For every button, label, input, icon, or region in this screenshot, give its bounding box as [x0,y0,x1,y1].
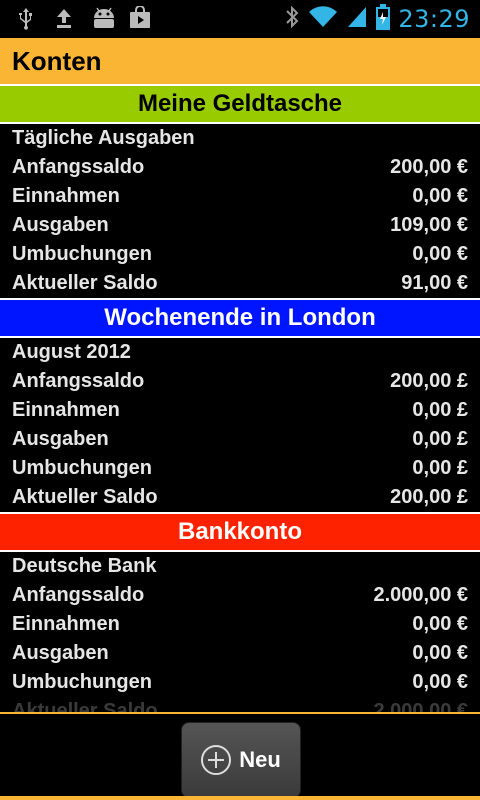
row-value: 109,00 € [390,214,468,236]
status-bar: 23:29 [0,0,480,38]
list-item: Einnahmen 0,00 £ [0,396,480,425]
account-subtitle: Tägliche Ausgaben [12,127,195,149]
row-value: 0,00 € [412,613,468,635]
list-item: Aktueller Saldo 91,00 € [0,269,480,298]
row-value: 2.000,00 € [373,584,468,606]
row-label: Ausgaben [12,428,109,450]
new-button[interactable]: Neu [181,722,301,798]
row-label: Einnahmen [12,185,120,207]
row-label: Ausgaben [12,214,109,236]
row-value: 0,00 £ [412,428,468,450]
add-circle-icon [201,745,232,775]
row-label: Umbuchungen [12,243,152,265]
row-label: Aktueller Saldo [12,486,158,508]
row-label: Anfangssaldo [12,370,145,392]
bottom-bar: Neu [0,712,480,800]
list-item: Einnahmen 0,00 € [0,610,480,639]
wifi-icon [308,5,338,33]
list-item: Anfangssaldo 200,00 € [0,153,480,182]
row-value: 200,00 £ [390,486,468,508]
account-header-meine-geldtasche[interactable]: Meine Geldtasche [0,84,480,124]
app-bar: Konten [0,38,480,84]
account-header-wochenende-in-london[interactable]: Wochenende in London [0,298,480,338]
row-label: Anfangssaldo [12,156,145,178]
row-value: 0,00 € [412,642,468,664]
account-list[interactable]: Meine Geldtasche Tägliche Ausgaben Anfan… [0,84,480,712]
row-label: Einnahmen [12,613,120,635]
row-value: 2.000,00 € [373,700,468,712]
row-label: Aktueller Saldo [12,272,158,294]
row-label: Umbuchungen [12,671,152,693]
usb-icon [14,6,38,30]
list-item: Umbuchungen 0,00 € [0,668,480,697]
list-item: Aktueller Saldo 2.000,00 € [0,697,480,712]
list-item: Umbuchungen 0,00 £ [0,454,480,483]
clock: 23:29 [398,5,470,33]
account-subtitle: Deutsche Bank [12,555,157,577]
row-label: Einnahmen [12,399,120,421]
row-value: 0,00 £ [412,399,468,421]
list-item: Ausgaben 109,00 € [0,211,480,240]
list-item: Einnahmen 0,00 € [0,182,480,211]
page-title: Konten [12,46,102,76]
row-value: 0,00 € [412,185,468,207]
account-header-bankkonto[interactable]: Bankkonto [0,512,480,552]
row-label: Aktueller Saldo [12,700,158,712]
account-subtitle: August 2012 [12,341,131,363]
play-store-icon [128,5,152,30]
upload-icon [52,6,76,30]
list-item: Anfangssaldo 200,00 £ [0,367,480,396]
list-item: Ausgaben 0,00 € [0,639,480,668]
row-value: 91,00 € [401,272,468,294]
row-value: 0,00 € [412,243,468,265]
list-item: Ausgaben 0,00 £ [0,425,480,454]
row-value: 200,00 € [390,156,468,178]
row-label: Umbuchungen [12,457,152,479]
bluetooth-icon [284,4,300,34]
new-button-label: Neu [239,747,281,772]
bottom-divider [0,796,480,800]
row-label: Ausgaben [12,642,109,664]
battery-icon [376,4,391,34]
list-item: Umbuchungen 0,00 € [0,240,480,269]
row-value: 0,00 € [412,671,468,693]
signal-icon [346,5,368,33]
list-item: Aktueller Saldo 200,00 £ [0,483,480,512]
android-icon [90,6,114,30]
row-label: Anfangssaldo [12,584,145,606]
list-item: Anfangssaldo 2.000,00 € [0,581,480,610]
row-value: 200,00 £ [390,370,468,392]
row-value: 0,00 £ [412,457,468,479]
